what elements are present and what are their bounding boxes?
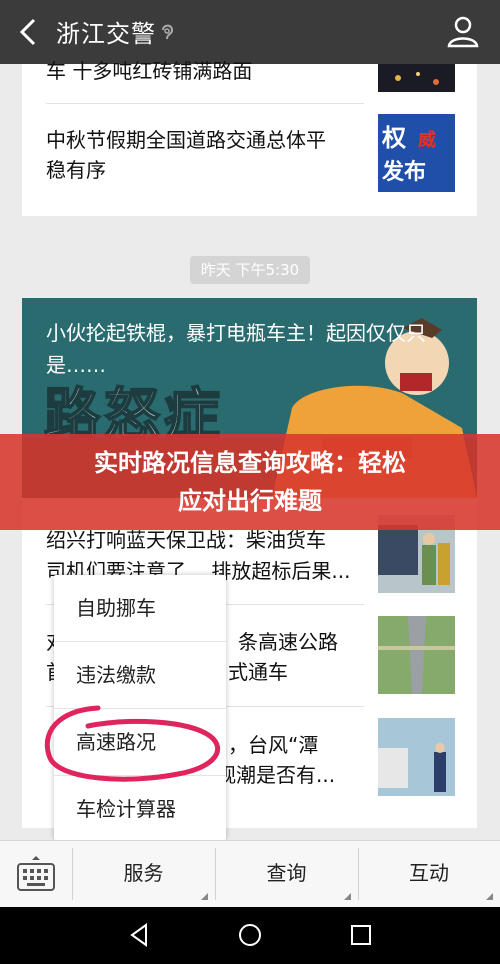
submenu-item-self-move-car[interactable]: 自助挪车 xyxy=(54,575,226,641)
article-title-right[interactable]: ，台风“潭 xyxy=(228,730,318,760)
highway-aerial-thumb[interactable] xyxy=(378,616,455,694)
submenu-indicator-icon xyxy=(201,893,208,900)
headline-line-1: 实时路况信息查询攻略：轻松 xyxy=(94,449,406,477)
headline-line-2: 应对出行难题 xyxy=(178,487,322,515)
article-title-cont-right[interactable]: 式通车 xyxy=(228,657,288,687)
nav-recents-icon[interactable] xyxy=(348,922,374,948)
divider xyxy=(46,103,364,104)
article-title-right[interactable]: 条高速公路 xyxy=(238,627,338,657)
nav-back-icon[interactable] xyxy=(126,922,152,948)
article-title[interactable]: 中秋节假期全国道路交通总体平 xyxy=(46,125,326,155)
thumb-text: 威 xyxy=(418,130,436,151)
user-profile-icon[interactable] xyxy=(446,14,480,48)
thumb-text: 权 xyxy=(382,124,406,152)
timestamp-badge: 昨天 下午5:30 xyxy=(190,256,310,284)
typhoon-traffic-thumb[interactable] xyxy=(378,718,455,796)
page-title: 浙江交警 xyxy=(56,20,156,48)
menu-tab-services[interactable]: 服务 xyxy=(72,840,215,907)
article-title-cont[interactable]: 稳有序 xyxy=(46,155,106,185)
submenu-indicator-icon xyxy=(344,893,351,900)
back-chevron-icon[interactable] xyxy=(14,16,44,48)
thumb-text: 发布 xyxy=(382,160,427,185)
ear-icon[interactable] xyxy=(158,22,176,42)
nav-home-icon[interactable] xyxy=(237,922,263,948)
hero-title[interactable]: 小伙抡起铁棍，暴打电瓶车主！起因仅仅只 xyxy=(46,318,426,348)
menu-tab-interact[interactable]: 互动 xyxy=(358,840,500,907)
night-road-thumb[interactable] xyxy=(378,64,455,92)
highlight-circle-annotation xyxy=(44,705,221,782)
menu-tab-query[interactable]: 查询 xyxy=(215,840,358,907)
headline-banner-text: 实时路况信息查询攻略：轻松 应对出行难题 xyxy=(20,444,480,520)
submenu-indicator-icon xyxy=(486,893,493,900)
article-title-cont-right[interactable]: 观潮是否有... xyxy=(216,760,335,790)
authority-release-thumb[interactable]: 权 威 发布 xyxy=(378,114,455,192)
keyboard-icon[interactable] xyxy=(16,856,56,892)
article-title[interactable]: 车 十多吨红砖铺满路面 xyxy=(46,56,252,86)
